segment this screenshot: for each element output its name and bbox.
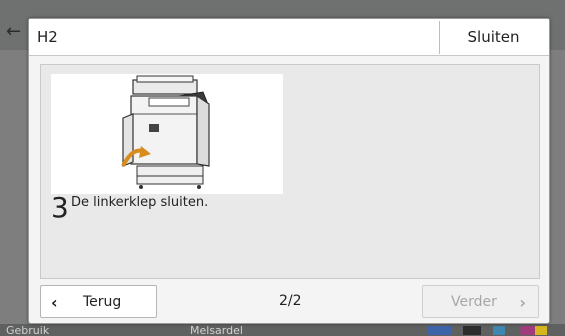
- page-indicator: 2/2: [279, 293, 302, 309]
- background-status-bar: Gebruik Melsardel: [0, 324, 565, 336]
- background-status-left: Gebruik: [6, 324, 50, 336]
- step-instruction: De linkerklep sluiten.: [71, 195, 209, 210]
- background-panel-left: [0, 50, 30, 326]
- background-arrow-icon: ←: [6, 21, 22, 42]
- background-panel-right: [549, 50, 565, 326]
- toner-level-indicator: [427, 326, 547, 335]
- printer-left-cover-image: [121, 75, 210, 189]
- help-dialog: H2 Sluiten 3 De linkerklep sluiten. ‹ Te…: [28, 18, 550, 324]
- next-button-label: Verder: [451, 294, 497, 310]
- printer-illustration: [51, 74, 283, 194]
- back-button-label: Terug: [83, 294, 122, 310]
- dialog-footer: ‹ Terug 2/2 Verder ›: [29, 281, 549, 324]
- close-button[interactable]: Sluiten: [439, 21, 547, 54]
- instruction-panel: 3 De linkerklep sluiten.: [40, 64, 540, 279]
- step-number: 3: [51, 191, 69, 224]
- dialog-header: H2 Sluiten: [29, 19, 549, 56]
- background-status-center: Melsardel: [190, 324, 243, 336]
- chevron-right-icon: ›: [519, 293, 526, 312]
- dialog-title: H2: [37, 28, 58, 46]
- next-button[interactable]: Verder ›: [422, 285, 539, 318]
- back-button[interactable]: ‹ Terug: [40, 285, 157, 318]
- chevron-left-icon: ‹: [51, 293, 58, 312]
